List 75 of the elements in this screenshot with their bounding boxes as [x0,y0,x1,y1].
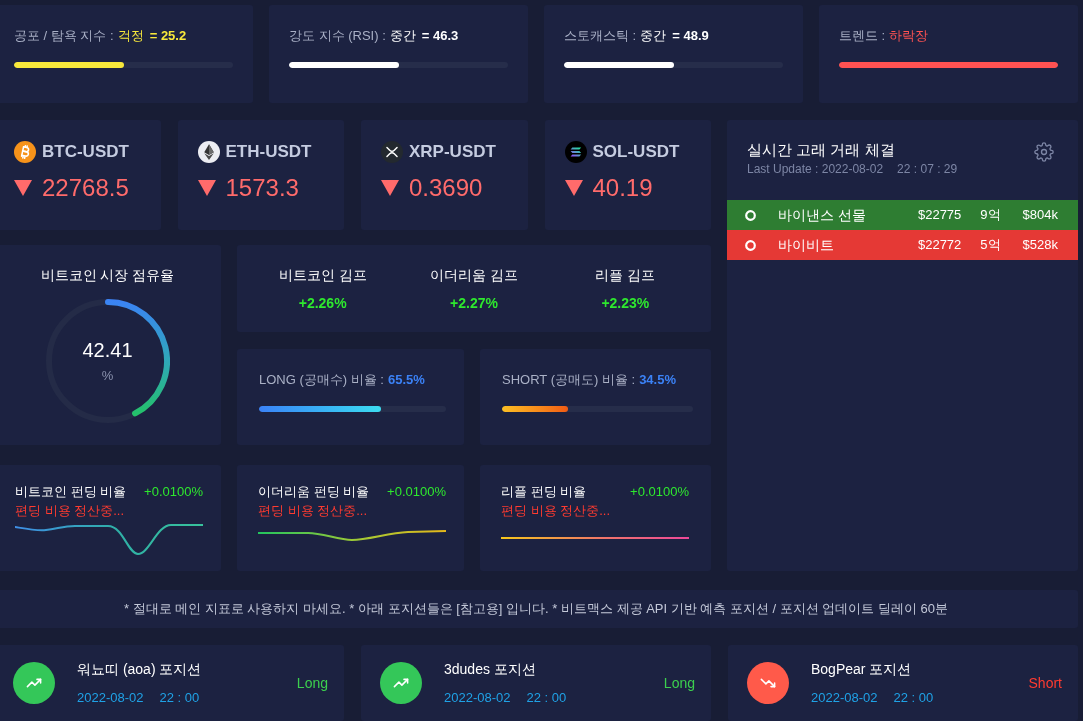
position-time: 22 : 00 [893,688,934,707]
position-name: 3dudes 포지션 [444,659,537,678]
dominance-value: 42.41 [82,338,133,362]
indicator-label: 강도 지수 (RSI) : [289,27,386,45]
premium-value: +2.26% [298,294,347,312]
ratio-label: SHORT (공매도) 비율 : [502,371,636,389]
position-date: 2022-08-02 [77,688,144,707]
last-update-time: 22 : 07 : 29 [897,161,958,178]
position-side: Long [296,673,328,693]
trade-amount-krw: 5억 [980,236,1001,255]
position-name: BogPear 포지션 [811,659,913,678]
exchange-name: 바이낸스 선물 [778,205,867,225]
xrp-logo-icon [381,141,403,163]
indicator-label: 트렌드 : [839,27,886,45]
position-side: Short [1028,673,1062,693]
coin-pair: BTC-USDT [42,141,129,163]
settings-icon[interactable] [1034,142,1054,162]
btc-logo-icon [14,141,36,163]
trade-price: $22775 [917,206,962,225]
notice-text: * 절대로 메인 지표로 사용하지 마세요. * 아래 포지션들은 [참고용] 입니다. * 비트맥스 제공 API 기반 예측 포지션 / 포지션 업데이트 딜레이 60분 [123,600,949,619]
coin-pair: SOL-USDT [592,141,680,163]
funding-title: 이더리움 펀딩 비율 [258,484,370,500]
position-time: 22 : 00 [159,688,200,707]
ratio-value: 34.5% [639,371,676,389]
position-name: 워뇨띠 (aoa) 포지션 [77,659,203,678]
ring-icon [745,239,756,251]
indicator-status: 중간 [640,27,667,45]
trade-amount-krw: 9억 [980,206,1001,225]
coin-price: 0.3690 [409,173,483,203]
funding-status: 편딩 비용 정산중... [15,502,126,520]
ratio-label: LONG (공매수) 비율 : [259,371,384,389]
premium-value: +2.27% [450,294,498,312]
premium-label: 비트코인 김프 [278,266,367,284]
coin-pair: ETH-USDT [225,141,312,163]
indicator-value: = 25.2 [149,27,187,45]
indicator-status: 하락장 [889,27,929,45]
indicator-value: = 48.9 [672,27,709,45]
indicator-value: = 46.3 [421,27,459,45]
position-side: Long [663,673,695,693]
trend-down-icon [747,662,789,704]
funding-title: 비트코인 펀딩 비율 [15,484,127,500]
funding-status: 편딩 비용 정산중... [501,502,612,520]
ring-icon [745,209,756,221]
exchange-name: 바이비트 [778,235,835,255]
funding-status: 편딩 비용 정산중... [258,502,369,520]
trade-amount-usd: $528k [1022,236,1058,255]
ratio-value: 65.5% [387,371,425,389]
funding-rate: +0.0100% [630,484,689,500]
funding-rate: +0.0100% [144,484,203,500]
premium-value: +2.23% [601,294,650,312]
dominance-unit: % [101,368,114,384]
dominance-title: 비트코인 시장 점유율 [40,266,175,284]
indicator-label: 공포 / 탐욕 지수 : [14,27,114,45]
position-date: 2022-08-02 [444,688,511,707]
sol-logo-icon [564,141,587,163]
coin-price: 1573.3 [225,173,299,203]
coin-price: 40.19 [592,173,653,203]
coin-pair: XRP-USDT [409,141,496,163]
funding-title: 리플 펀딩 비율 [501,484,587,500]
panel-title: 실시간 고래 거래 체결 [747,140,896,160]
trend-up-icon [13,662,55,704]
trade-amount-usd: $804k [1022,206,1058,225]
indicator-status: 중간 [389,27,416,45]
premium-label: 리플 김프 [595,266,656,284]
indicator-label: 스토캐스틱 : [564,27,637,45]
premium-label: 이더리움 김프 [430,266,518,284]
indicator-status: 걱정 [117,27,144,45]
coin-price: 22768.5 [42,173,129,203]
funding-rate: +0.0100% [387,484,446,500]
position-time: 22 : 00 [526,688,567,707]
trade-price: $22772 [917,236,962,255]
last-update-date: Last Update : 2022-08-02 [747,161,884,178]
eth-logo-icon [197,141,220,163]
trend-up-icon [380,662,422,704]
position-date: 2022-08-02 [811,688,878,707]
